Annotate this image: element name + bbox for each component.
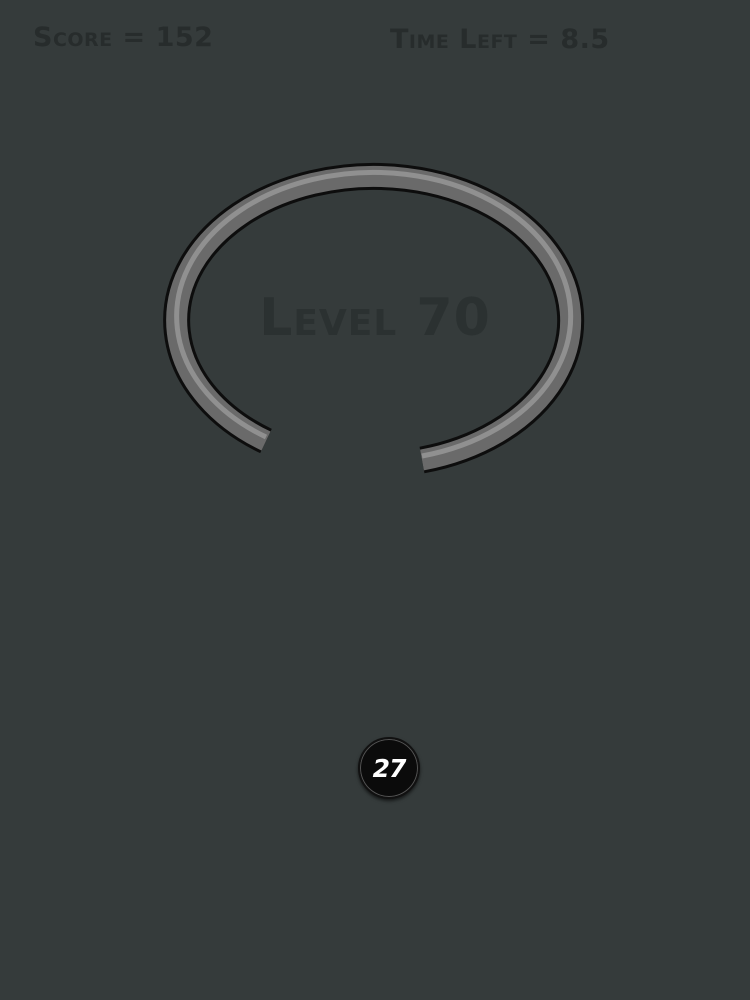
ring-with-gap xyxy=(163,162,585,474)
game-screen[interactable]: Score = 152 Time Left = 8.5 Level 70 27 xyxy=(0,0,750,1000)
numbered-ball[interactable]: 27 xyxy=(358,737,420,799)
level-label: Level 70 xyxy=(259,288,491,348)
ball-number: 27 xyxy=(372,753,407,783)
